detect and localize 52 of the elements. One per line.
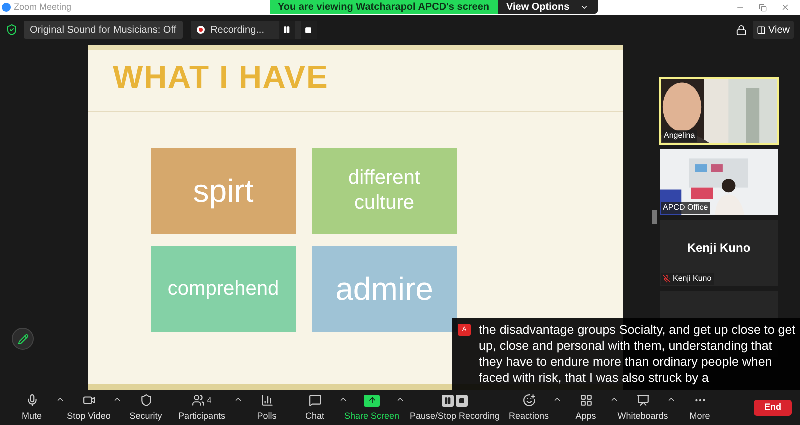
pause-button[interactable]	[278, 21, 295, 39]
word-card: admire	[312, 246, 457, 332]
stop-icon	[456, 394, 468, 407]
toolbar-button[interactable]: Mute	[8, 392, 56, 424]
toolbar-button[interactable]: Reactions	[505, 392, 553, 424]
lock-icon[interactable]	[736, 24, 746, 36]
view-options-button[interactable]: View Options	[498, 0, 598, 14]
pencil-icon	[18, 334, 28, 344]
toolbar-button[interactable]: Pause/Stop Recording	[405, 392, 505, 424]
word-card: different culture	[312, 148, 457, 234]
view-button[interactable]: View	[752, 21, 794, 39]
stop-icon	[305, 26, 312, 34]
original-sound-button[interactable]: Original Sound for Musicians: Off	[24, 21, 183, 39]
toolbar-button[interactable]: Whiteboards	[619, 392, 667, 424]
word-card: spirt	[151, 148, 296, 234]
people-icon	[192, 394, 206, 408]
whiteboard-icon	[636, 394, 650, 408]
toolbar-button[interactable]: More	[676, 392, 724, 424]
restore-icon[interactable]	[759, 4, 767, 12]
speech-bubble-icon	[308, 394, 322, 408]
participant-name-label: Kenji Kuno	[661, 273, 714, 285]
participant-display-name: Kenji Kuno	[687, 240, 751, 257]
recording-label: Recording...	[210, 24, 266, 38]
toolbar-button[interactable]: Polls	[243, 392, 291, 424]
app-logo-icon	[2, 3, 11, 12]
end-button[interactable]: End	[754, 400, 792, 416]
shield-check-icon[interactable]	[6, 24, 18, 36]
screen-share-banner: You are viewing Watcharapol APCD's screen	[270, 0, 498, 14]
toolbar-button[interactable]: Chat	[291, 392, 339, 424]
bar-chart-icon	[260, 394, 274, 408]
slide-title: WHAT I HAVE	[113, 58, 329, 97]
close-icon[interactable]	[781, 3, 790, 12]
toolbar-button[interactable]: Apps	[562, 392, 610, 424]
caption-text: the disadvantage groups Socialty, and get up close to get up, close and personal with them, understanding that they have to endure more than ordinary people when faced with risk, that I was also struck by a	[479, 322, 797, 387]
annotate-button[interactable]	[12, 328, 34, 350]
toolbar-button[interactable]: Security	[122, 392, 170, 424]
shield-icon	[140, 394, 152, 408]
window-title: Zoom Meeting	[14, 0, 72, 14]
microphone-icon	[26, 394, 38, 408]
toolbar-button[interactable]: Stop Video	[65, 392, 113, 424]
participant-name-label: APCD Office	[661, 202, 710, 214]
word-card: comprehend	[151, 246, 296, 332]
pause-icon	[442, 394, 454, 407]
stop-button[interactable]	[300, 21, 317, 39]
toolbar-button[interactable]: 4 Participants	[170, 392, 234, 424]
scrollbar[interactable]	[652, 210, 657, 224]
pause-icon	[282, 26, 291, 34]
grid-icon	[580, 394, 592, 408]
participant-name-label: Angelina	[662, 130, 698, 142]
video-camera-icon	[82, 394, 96, 408]
smiley-plus-icon	[522, 394, 536, 408]
layout-icon	[756, 26, 766, 34]
